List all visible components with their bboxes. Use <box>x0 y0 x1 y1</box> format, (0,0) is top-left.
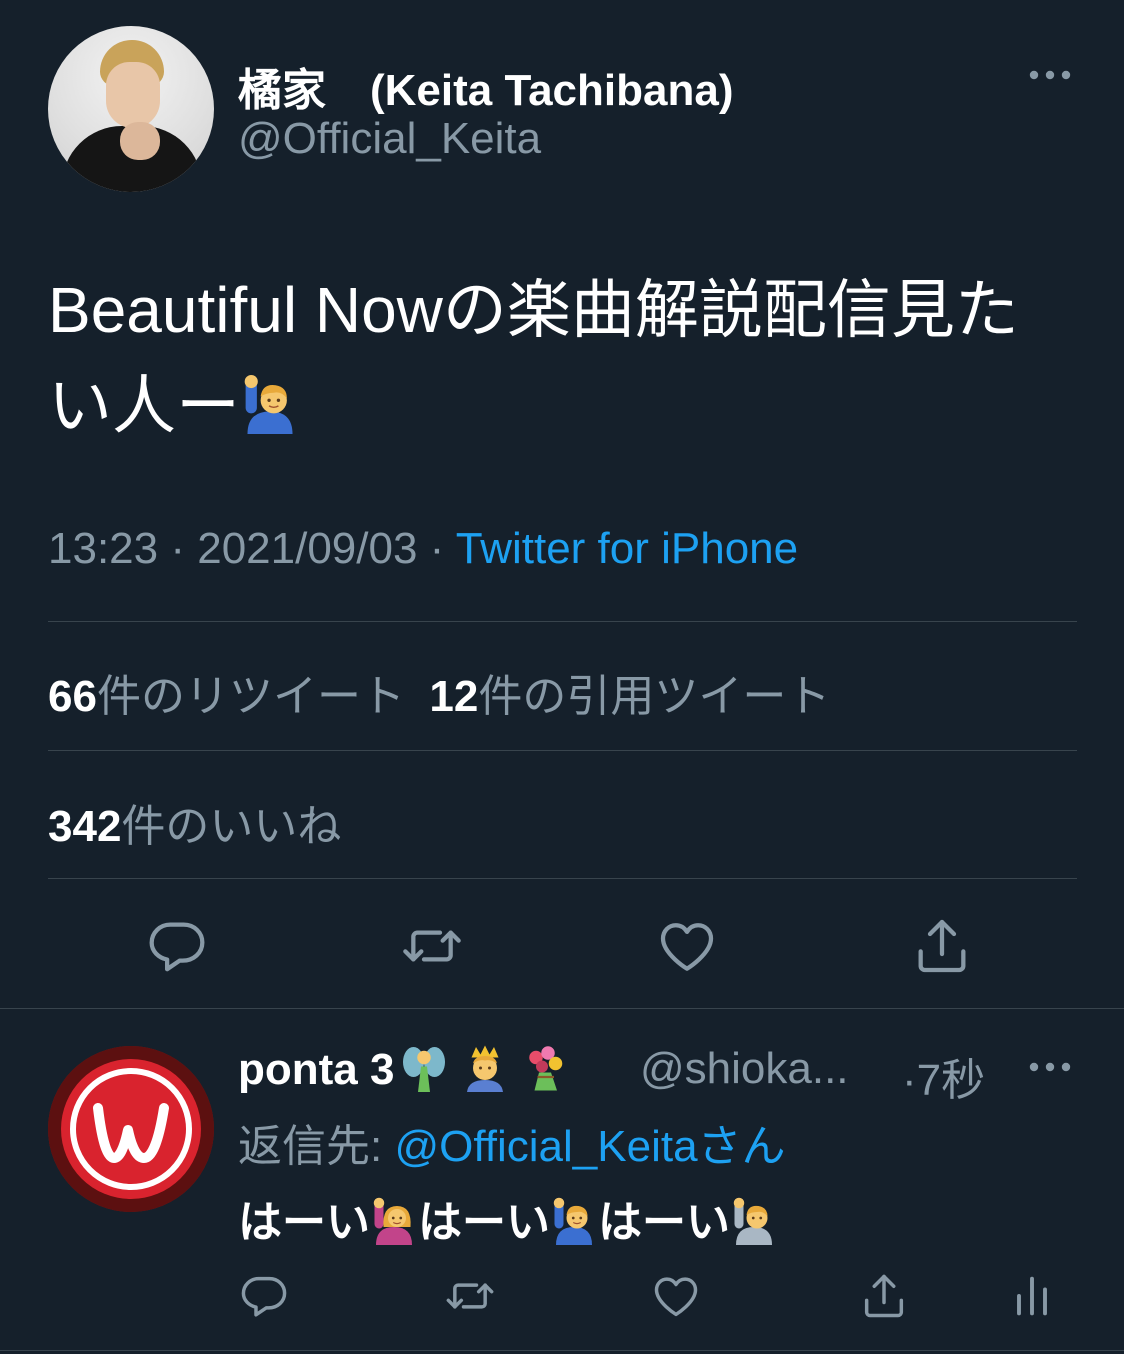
reply-time[interactable]: ·7秒 <box>902 1044 985 1108</box>
divider <box>0 1008 1124 1009</box>
quotes-label: 件の引用ツイート <box>478 672 831 721</box>
tweet-meta: 13:23 · 2021/09/03 · Twitter for iPhone <box>48 524 799 573</box>
retweet-icon[interactable] <box>400 914 464 978</box>
avatar-hand-shape <box>120 122 160 160</box>
like-icon[interactable] <box>655 914 719 978</box>
more-options-icon[interactable] <box>1028 60 1072 90</box>
retweets-count: 66 <box>48 672 97 721</box>
divider <box>48 621 1077 622</box>
reply-text-part: はーい <box>598 1198 730 1247</box>
analytics-icon[interactable] <box>1006 1270 1058 1322</box>
quotes-stat[interactable]: 12件の引用ツイート <box>429 672 830 721</box>
likes-count: 342 <box>48 802 122 851</box>
divider <box>0 1350 1124 1351</box>
author-display-name[interactable]: 橘家 (Keita Tachibana) <box>238 54 733 118</box>
likes-label: 件のいいね <box>121 802 342 851</box>
fairy-icon <box>400 1044 448 1092</box>
reply-text: はーい はーい はーい <box>238 1186 778 1250</box>
author-handle[interactable]: @Official_Keita <box>238 114 541 164</box>
tweet-stats-row: 66件のリツイート 12件の引用ツイート <box>48 660 830 724</box>
more-options-icon[interactable] <box>1028 1052 1072 1082</box>
retweet-icon[interactable] <box>444 1270 496 1322</box>
reply-to-mention[interactable]: @Official_Keitaさん <box>394 1122 785 1171</box>
like-icon[interactable] <box>650 1270 702 1322</box>
reply-text-part: はーい <box>418 1198 550 1247</box>
reply-icon[interactable] <box>145 914 209 978</box>
reply-to-label: 返信先: <box>238 1122 395 1171</box>
reply-display-name-text: ponta 3 <box>238 1045 395 1094</box>
raising-hand-person-icon <box>730 1197 778 1245</box>
tweet-text-body: Beautiful Nowの楽曲解説配信見たい人ー <box>48 274 1019 442</box>
quotes-count: 12 <box>429 672 479 721</box>
tweet-time[interactable]: 13:23 <box>48 524 158 573</box>
avatar-face-shape <box>106 62 160 128</box>
author-avatar[interactable] <box>48 26 214 192</box>
reply-display-name[interactable]: ponta 3 <box>238 1044 569 1095</box>
reply-avatar[interactable] <box>48 1046 214 1212</box>
raising-hand-man-icon <box>550 1197 598 1245</box>
divider <box>48 750 1077 751</box>
tweet-source-link[interactable]: Twitter for iPhone <box>456 524 798 573</box>
divider <box>48 878 1077 879</box>
likes-stat[interactable]: 342件のいいね <box>48 790 341 854</box>
share-icon[interactable] <box>910 914 974 978</box>
reply-to-line: 返信先: @Official_Keitaさん <box>238 1110 786 1174</box>
reply-icon[interactable] <box>238 1270 290 1322</box>
reply-handle[interactable]: @shioka... <box>640 1044 849 1094</box>
retweets-label: 件のリツイート <box>96 672 405 721</box>
tweet-date[interactable]: 2021/09/03 <box>197 524 417 573</box>
reply-text-part: はーい <box>238 1198 370 1247</box>
prince-icon <box>461 1044 509 1092</box>
bouquet-icon <box>521 1044 569 1092</box>
reply-avatar-logo <box>48 1046 214 1212</box>
raising-hand-man-icon <box>240 374 300 434</box>
tweet-text: Beautiful Nowの楽曲解説配信見たい人ー <box>48 262 1078 454</box>
raising-hand-woman-icon <box>370 1197 418 1245</box>
share-icon[interactable] <box>858 1270 910 1322</box>
retweets-stat[interactable]: 66件のリツイート <box>48 672 405 721</box>
